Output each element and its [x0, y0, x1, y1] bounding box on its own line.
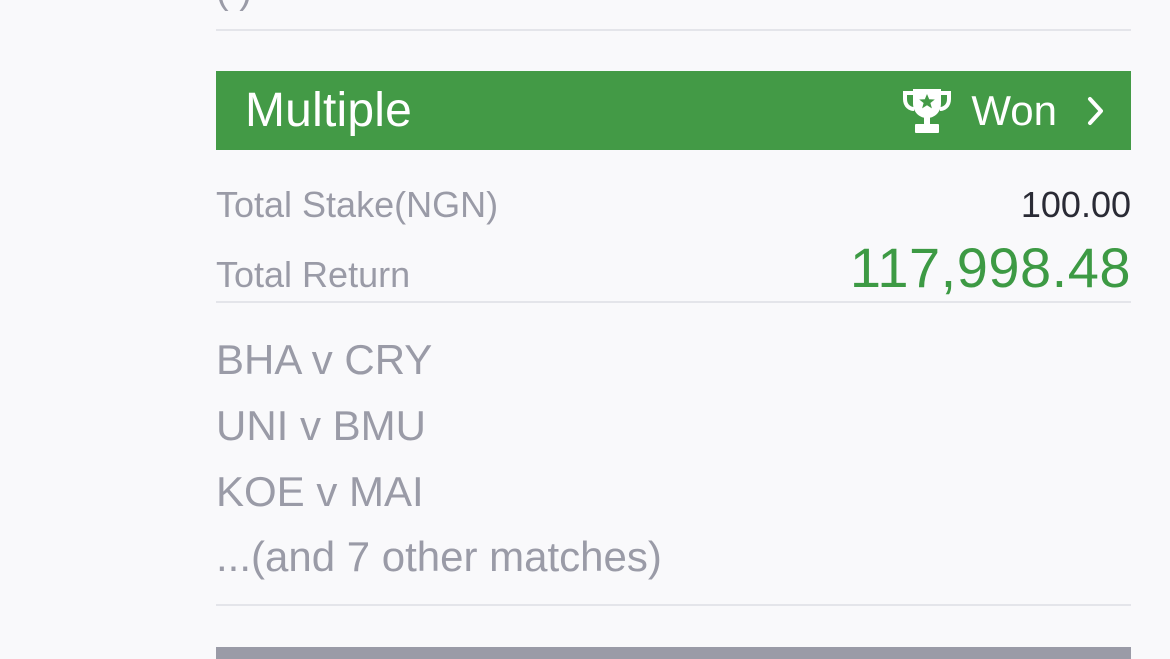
trophy-icon	[903, 88, 952, 133]
next-bet-header-bar[interactable]	[216, 647, 1131, 659]
bet-result-link[interactable]: Won	[901, 87, 1105, 135]
chevron-right-icon	[1088, 96, 1103, 125]
divider	[216, 604, 1131, 606]
bet-status-label: Won	[971, 86, 1057, 134]
total-return-label: Total Return	[216, 254, 411, 295]
total-return-value: 117,998.48	[849, 236, 1131, 299]
total-return-row: Total Return 117,998.48	[216, 235, 1131, 300]
total-stake-label: Total Stake(NGN)	[216, 184, 499, 225]
bet-header-bar[interactable]: Multiple Won	[216, 71, 1131, 150]
bet-type-label: Multiple	[245, 84, 412, 137]
match-item: KOE v MAI	[216, 468, 424, 515]
match-item: UNI v BMU	[216, 402, 426, 449]
total-stake-value: 100.00	[1020, 184, 1131, 225]
divider	[216, 29, 1131, 31]
match-item: BHA v CRY	[216, 336, 433, 383]
total-stake-row: Total Stake(NGN) 100.00	[216, 184, 1131, 226]
more-matches-label: ...(and 7 other matches)	[216, 533, 662, 580]
divider	[216, 301, 1131, 303]
